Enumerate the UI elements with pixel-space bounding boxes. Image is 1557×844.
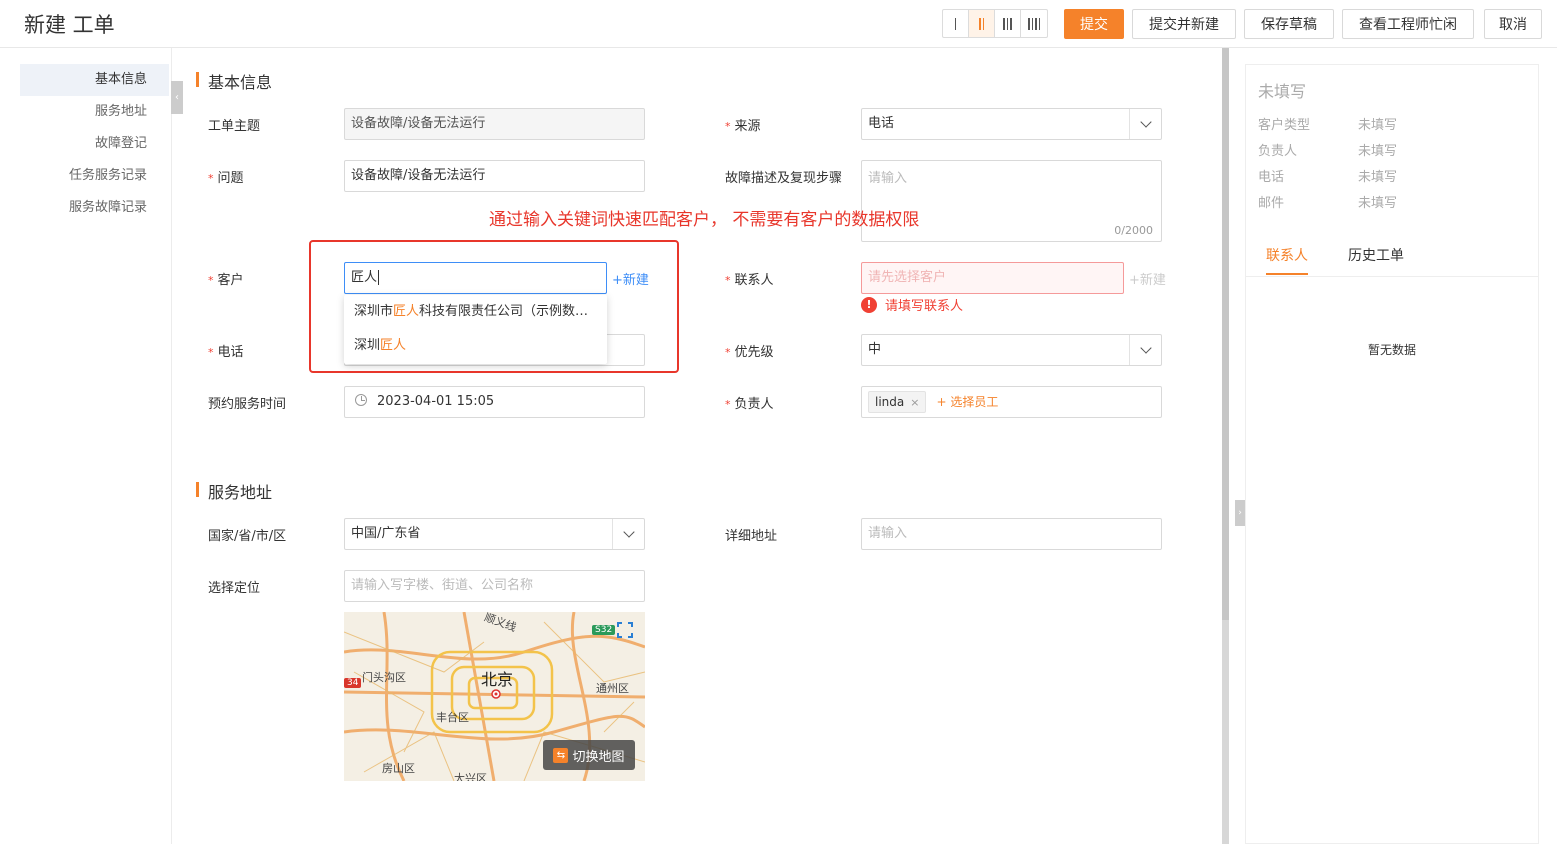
engineer-availability-button[interactable]: 查看工程师忙闲 (1342, 9, 1474, 39)
detail-address-input[interactable]: 请输入 (861, 518, 1162, 550)
layout-1-column-button[interactable] (943, 10, 969, 37)
page-title: 新建 工单 (24, 13, 115, 37)
page-header: 新建 工单 提交 提交并新建 保存草稿 查看工程师忙闲 取消 (0, 0, 1557, 48)
region-label: 国家/省/市/区 (208, 529, 287, 544)
subject-field: 设备故障/设备无法运行 (344, 108, 645, 140)
select-employee-button[interactable]: + 选择员工 (936, 395, 998, 409)
appointment-time-label: 预约服务时间 (208, 397, 287, 412)
new-customer-link[interactable]: +新建 (612, 269, 649, 288)
switch-map-label: 切换地图 (572, 749, 625, 765)
nav-item-basic-info[interactable]: 基本信息 (20, 64, 169, 96)
contact-error-text: 请填写联系人 (885, 299, 964, 314)
description-label: 故障描述及复现步骤 (725, 171, 843, 186)
chevron-down-icon (612, 519, 644, 549)
issue-field[interactable]: 设备故障/设备无法运行 (344, 160, 645, 192)
owner-tag: linda × (868, 391, 927, 413)
detail-address-label: 详细地址 (725, 529, 778, 544)
appointment-time-picker[interactable]: 2023-04-01 15:05 (344, 386, 645, 418)
customer-search-input[interactable]: 匠人 (344, 262, 607, 294)
nav-item-task-service-records[interactable]: 任务服务记录 (20, 160, 169, 192)
collapse-nav-button[interactable]: ‹ (171, 81, 183, 114)
scrollbar-thumb[interactable] (1222, 48, 1229, 620)
error-icon: ! (861, 296, 877, 313)
map-district-label: 大兴区 (454, 772, 487, 781)
source-value: 电话 (868, 116, 895, 131)
layout-switcher (942, 9, 1048, 38)
collapse-right-panel-button[interactable]: › (1235, 500, 1245, 526)
map-city-label: 北京 (481, 670, 514, 689)
chevron-right-icon: › (1238, 508, 1242, 518)
section-title-basic-info: 基本信息 (196, 69, 272, 93)
road-shield: S32 (592, 625, 616, 635)
summary-row-owner: 负责人 未填写 (1258, 144, 1398, 159)
layout-2-column-button[interactable] (969, 10, 995, 37)
tab-divider (1246, 276, 1538, 277)
char-counter: 0/2000 (1114, 224, 1153, 237)
summary-title: 未填写 (1258, 82, 1307, 101)
close-icon[interactable]: × (910, 396, 919, 409)
empty-state-text: 暂无数据 (1367, 343, 1416, 357)
customer-suggestion-item[interactable]: 深圳市匠人科技有限责任公司（示例数据） (344, 295, 607, 329)
tab-contacts[interactable]: 联系人 (1266, 245, 1308, 275)
cancel-button[interactable]: 取消 (1484, 9, 1542, 39)
source-select[interactable]: 电话 (861, 108, 1162, 140)
contact-error-message: ! 请填写联系人 (861, 295, 963, 314)
region-value: 中国/广东省 (351, 526, 421, 541)
map-district-label: 丰台区 (436, 711, 469, 724)
phone-label: * 电话 (208, 345, 244, 360)
location-label: 选择定位 (208, 581, 261, 596)
customer-suggestion-dropdown: 深圳市匠人科技有限责任公司（示例数据） 深圳匠人 (344, 295, 607, 364)
submit-button[interactable]: 提交 (1064, 9, 1124, 39)
contact-label: * 联系人 (725, 273, 774, 288)
map-district-label: 房山区 (382, 762, 415, 775)
swap-icon: ⇆ (553, 747, 569, 763)
appointment-time-value: 2023-04-01 15:05 (377, 394, 495, 409)
customer-suggestion-item[interactable]: 深圳匠人 (344, 329, 607, 363)
subject-label: 工单主题 (208, 119, 261, 134)
description-placeholder: 请输入 (868, 171, 908, 186)
layout-4-column-button[interactable] (1021, 10, 1047, 37)
summary-row-customer-type: 客户类型 未填写 (1258, 118, 1398, 133)
customer-summary-panel: 未填写 客户类型 未填写 负责人 未填写 电话 未填写 邮件 未填写 联系人 历史工单 … (1245, 64, 1539, 844)
chevron-down-icon (1129, 335, 1161, 365)
priority-value: 中 (868, 342, 882, 357)
owner-tag-label: linda (875, 395, 905, 409)
chevron-left-icon: ‹ (175, 92, 179, 103)
section-title-service-address: 服务地址 (196, 479, 272, 503)
priority-label: * 优先级 (725, 345, 774, 360)
owner-selector[interactable]: linda × + 选择员工 (861, 386, 1162, 418)
map-district-label: 通州区 (596, 682, 629, 695)
nav-item-service-fault-records[interactable]: 服务故障记录 (20, 192, 169, 224)
customer-label: * 客户 (208, 273, 244, 288)
priority-select[interactable]: 中 (861, 334, 1162, 366)
tab-history-orders[interactable]: 历史工单 (1348, 245, 1404, 275)
nav-item-fault-registration[interactable]: 故障登记 (20, 128, 169, 160)
summary-row-phone: 电话 未填写 (1258, 170, 1398, 185)
fullscreen-icon[interactable] (617, 622, 633, 638)
region-cascader[interactable]: 中国/广东省 (344, 518, 645, 550)
section-nav: 基本信息 服务地址 故障登记 任务服务记录 服务故障记录 (0, 48, 172, 844)
contact-select[interactable]: 请先选择客户 (861, 262, 1124, 294)
clock-icon (355, 394, 367, 406)
summary-row-email: 邮件 未填写 (1258, 196, 1398, 211)
customer-input-value: 匠人 (351, 270, 378, 285)
new-contact-link: +新建 (1129, 273, 1166, 288)
chevron-down-icon (1129, 109, 1161, 139)
issue-label: * 问题 (208, 171, 244, 186)
road-shield: 34 (344, 678, 362, 688)
location-map[interactable]: 北京 门头沟区 通州区 丰台区 房山区 大兴区 顺义线 S32 34 ⇆ 切换地… (344, 612, 645, 781)
annotation-text: 通过输入关键词快速匹配客户， 不需要有客户的数据权限 (489, 210, 920, 230)
source-label: * 来源 (725, 119, 761, 134)
layout-3-column-button[interactable] (995, 10, 1021, 37)
owner-label: * 负责人 (725, 397, 774, 412)
location-search-input[interactable]: 请输入写字楼、街道、公司名称 (344, 570, 645, 602)
switch-map-button[interactable]: ⇆ 切换地图 (543, 740, 635, 770)
nav-item-service-address[interactable]: 服务地址 (20, 96, 169, 128)
submit-and-new-button[interactable]: 提交并新建 (1132, 9, 1236, 39)
map-district-label: 门头沟区 (362, 671, 406, 684)
save-draft-button[interactable]: 保存草稿 (1244, 9, 1334, 39)
